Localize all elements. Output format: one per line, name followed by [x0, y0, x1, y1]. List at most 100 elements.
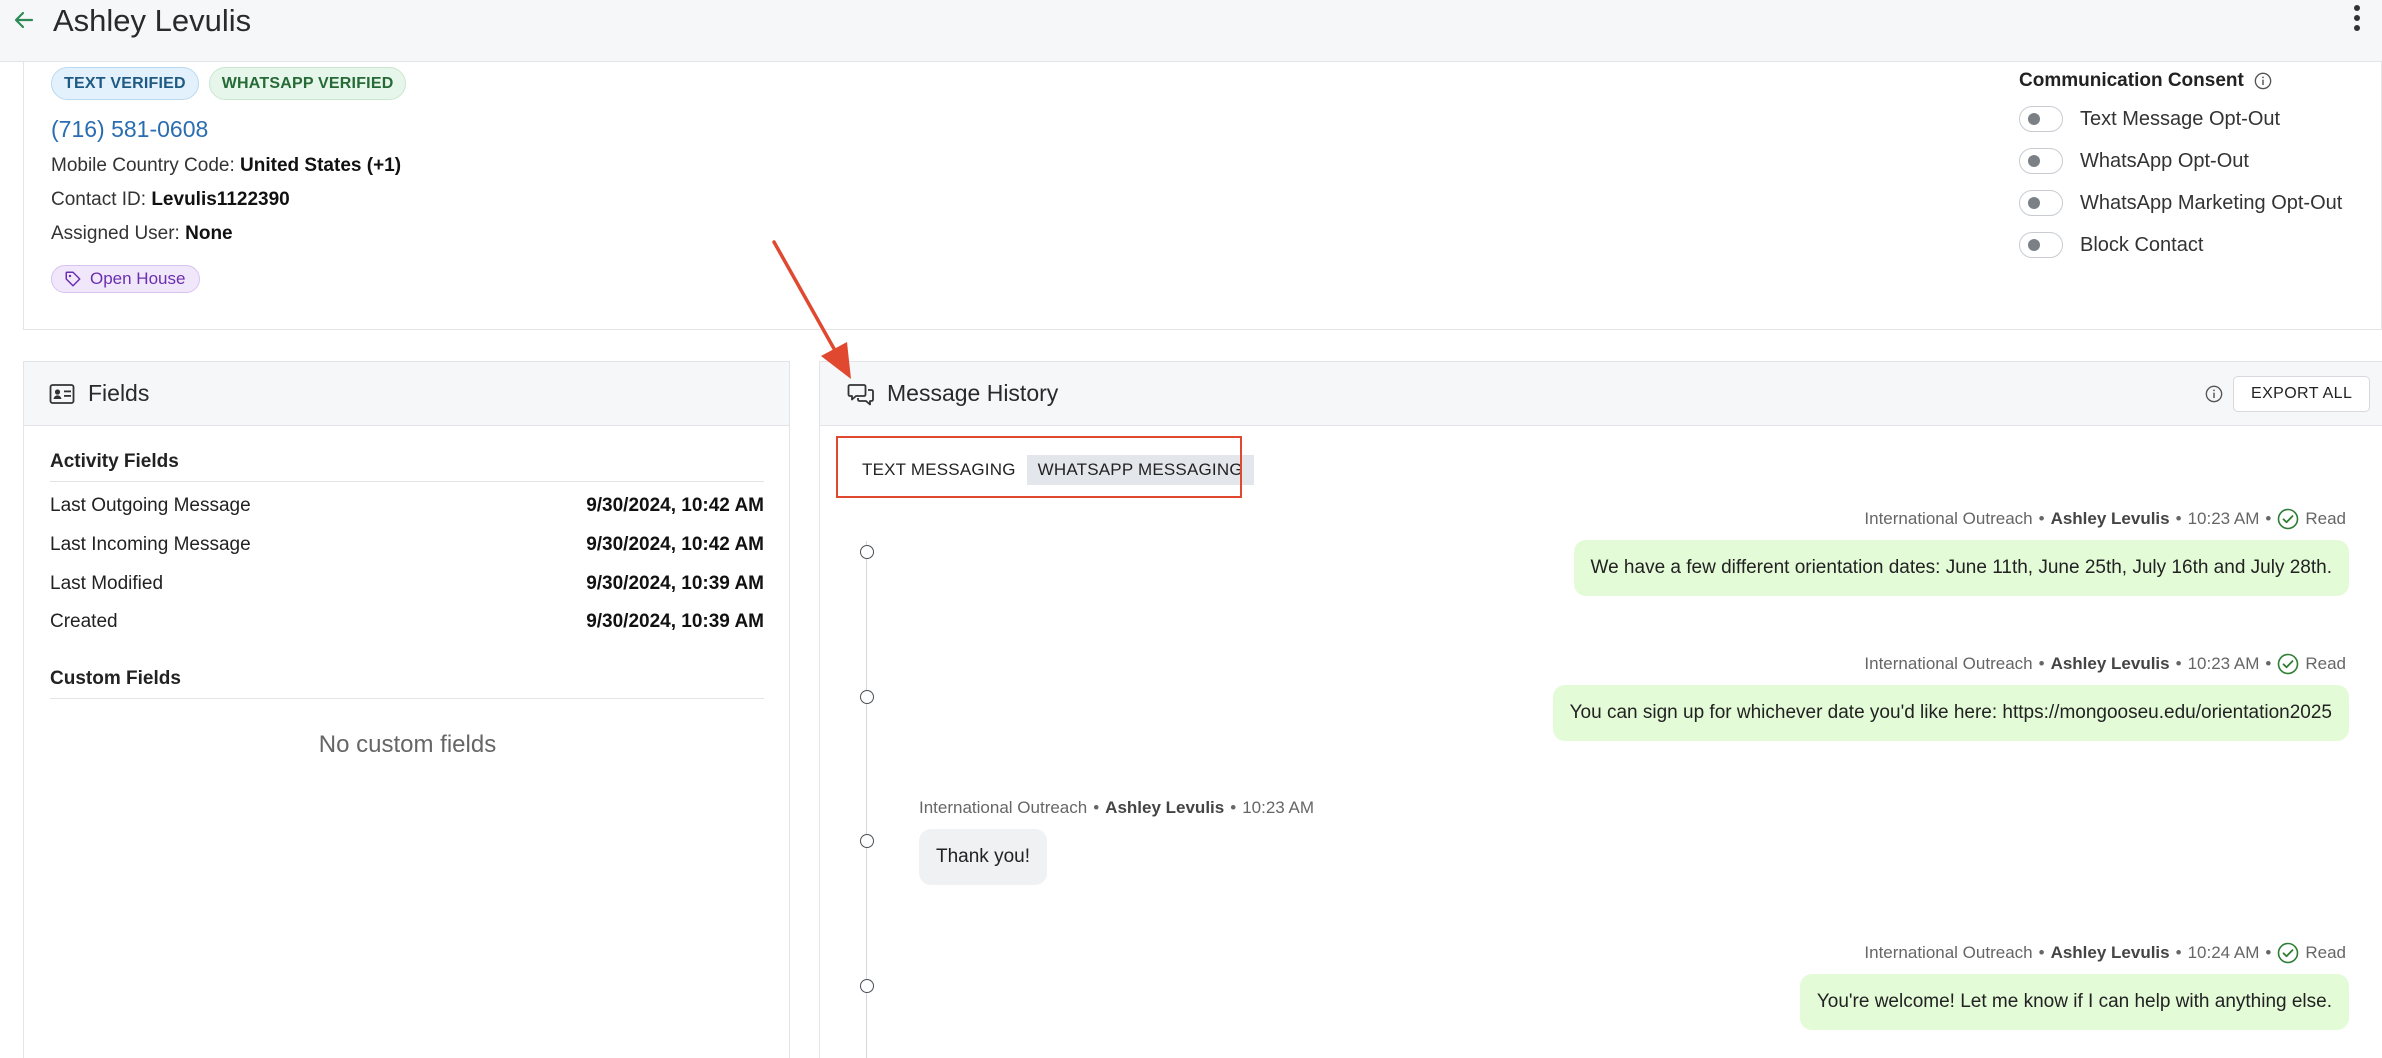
meta-separator: •: [2265, 654, 2272, 673]
communication-consent: Communication Consent Text Message Opt-O…: [2019, 64, 2342, 266]
message-time: 10:23 AM: [2187, 509, 2260, 528]
meta-separator: •: [1230, 798, 1237, 817]
meta-separator: •: [2175, 509, 2182, 528]
contact-id-row: Contact ID: Levulis1122390: [51, 189, 290, 211]
field-label: Last Incoming Message: [50, 534, 251, 555]
info-icon[interactable]: [2254, 72, 2272, 90]
mobile-country-value: United States (+1): [240, 155, 402, 176]
message-history-title: Message History: [887, 380, 1059, 406]
info-icon[interactable]: [2205, 385, 2223, 403]
message-status: Read: [2305, 943, 2346, 962]
fields-header: Fields: [24, 362, 789, 426]
whatsapp-opt-out-toggle[interactable]: [2019, 148, 2063, 174]
meta-separator: •: [2038, 509, 2045, 528]
message-history-panel: Message History EXPORT ALL TEXT MESSAGIN…: [819, 361, 2382, 1058]
message-meta: International Outreach • Ashley Levulis …: [1864, 942, 2346, 964]
tab-text-messaging[interactable]: TEXT MESSAGING: [851, 455, 1027, 485]
timeline-dot: [860, 834, 874, 848]
message-time: 10:23 AM: [2187, 654, 2260, 673]
message-sender: Ashley Levulis: [2050, 654, 2170, 673]
no-custom-fields-text: No custom fields: [318, 731, 497, 758]
field-value: 9/30/2024, 10:39 AM: [586, 611, 764, 632]
field-label: Last Outgoing Message: [50, 495, 251, 516]
toggle-whatsapp-marketing-opt-out: WhatsApp Marketing Opt-Out: [2019, 182, 2342, 224]
export-all-button[interactable]: EXPORT ALL: [2233, 376, 2371, 412]
toggle-label: Text Message Opt-Out: [2080, 107, 2281, 130]
toggle-whatsapp-opt-out: WhatsApp Opt-Out: [2019, 140, 2342, 182]
field-row: Last Outgoing Message 9/30/2024, 10:42 A…: [50, 495, 764, 517]
verification-badges: TEXT VERIFIED WHATSAPP VERIFIED: [51, 67, 407, 100]
outgoing-message-bubble: We have a few different orientation date…: [1573, 540, 2349, 596]
message-sender: Ashley Levulis: [2050, 943, 2170, 962]
activity-fields-title: Activity Fields: [50, 451, 179, 472]
text-verified-badge: TEXT VERIFIED: [51, 67, 199, 100]
field-value: 9/30/2024, 10:39 AM: [586, 573, 764, 594]
meta-separator: •: [2265, 509, 2272, 528]
field-row: Last Modified 9/30/2024, 10:39 AM: [50, 573, 764, 595]
message-meta: International Outreach • Ashley Levulis …: [1864, 508, 2346, 530]
phone-number-link[interactable]: (716) 581-0608: [51, 116, 208, 143]
mobile-country-label: Mobile Country Code:: [51, 155, 235, 176]
divider: [50, 481, 764, 482]
message-history-header: Message History: [820, 362, 2382, 426]
message-source: International Outreach: [1864, 654, 2033, 673]
field-label: Last Modified: [50, 573, 164, 594]
incoming-message-bubble: Thank you!: [919, 829, 1047, 885]
contact-id-value: Levulis1122390: [151, 189, 290, 210]
message-sender: Ashley Levulis: [2050, 509, 2170, 528]
timeline-dot: [860, 690, 874, 704]
meta-separator: •: [2265, 943, 2272, 962]
assigned-user-row: Assigned User: None: [51, 223, 233, 245]
field-value: 9/30/2024, 10:42 AM: [586, 534, 764, 555]
message-sender: Ashley Levulis: [1105, 798, 1225, 817]
arrow-left-icon[interactable]: [12, 8, 36, 32]
meta-separator: •: [2038, 943, 2045, 962]
message-meta: International Outreach • Ashley Levulis …: [919, 798, 1314, 818]
assigned-user-label: Assigned User:: [51, 223, 180, 244]
field-row: Created 9/30/2024, 10:39 AM: [50, 611, 764, 633]
field-label: Created: [50, 611, 118, 632]
tag-icon: [65, 271, 81, 287]
timeline-dot: [860, 545, 874, 559]
whatsapp-verified-badge: WHATSAPP VERIFIED: [208, 67, 407, 100]
tag-label: Open House: [90, 269, 186, 288]
text-opt-out-toggle[interactable]: [2019, 106, 2063, 132]
message-meta: International Outreach • Ashley Levulis …: [1864, 653, 2346, 675]
message-time: 10:23 AM: [1242, 798, 1315, 817]
message-source: International Outreach: [1864, 943, 2033, 962]
divider: [50, 698, 764, 699]
tab-whatsapp-messaging[interactable]: WHATSAPP MESSAGING: [1026, 455, 1254, 485]
message-status: Read: [2305, 509, 2346, 528]
message-status: Read: [2305, 654, 2346, 673]
read-check-icon: [2278, 942, 2299, 964]
page-title: Ashley Levulis: [53, 3, 252, 38]
meta-separator: •: [2175, 654, 2182, 673]
tag-chip[interactable]: Open House: [51, 265, 201, 293]
timeline-dot: [860, 979, 874, 993]
whatsapp-marketing-opt-out-toggle[interactable]: [2019, 190, 2063, 216]
fields-panel: Fields Activity Fields Last Outgoing Mes…: [23, 361, 790, 1058]
assigned-user-value: None: [185, 223, 233, 244]
toggle-label: Block Contact: [2080, 233, 2204, 256]
message-time: 10:24 AM: [2187, 943, 2260, 962]
contact-id-label: Contact ID:: [51, 189, 147, 210]
consent-title: Communication Consent: [2019, 70, 2244, 91]
fields-title: Fields: [88, 380, 150, 406]
block-contact-toggle[interactable]: [2019, 232, 2063, 258]
outgoing-message-bubble: You're welcome! Let me know if I can hel…: [1799, 974, 2349, 1030]
read-check-icon: [2278, 508, 2299, 530]
toggle-label: WhatsApp Marketing Opt-Out: [2080, 191, 2343, 214]
toggle-text-opt-out: Text Message Opt-Out: [2019, 98, 2342, 140]
top-bar: Ashley Levulis: [0, 0, 2382, 62]
mobile-country-row: Mobile Country Code: United States (+1): [51, 155, 401, 177]
contact-card-icon: [49, 383, 75, 404]
meta-separator: •: [2175, 943, 2182, 962]
meta-separator: •: [1093, 798, 1100, 817]
toggle-label: WhatsApp Opt-Out: [2080, 149, 2249, 172]
message-source: International Outreach: [919, 798, 1088, 817]
meta-separator: •: [2038, 654, 2045, 673]
outgoing-message-bubble: You can sign up for whichever date you'd…: [1552, 685, 2349, 741]
kebab-vertical-icon[interactable]: [2350, 5, 2364, 37]
custom-fields-title: Custom Fields: [50, 668, 181, 689]
messaging-tabs: TEXT MESSAGING WHATSAPP MESSAGING: [851, 455, 1254, 485]
